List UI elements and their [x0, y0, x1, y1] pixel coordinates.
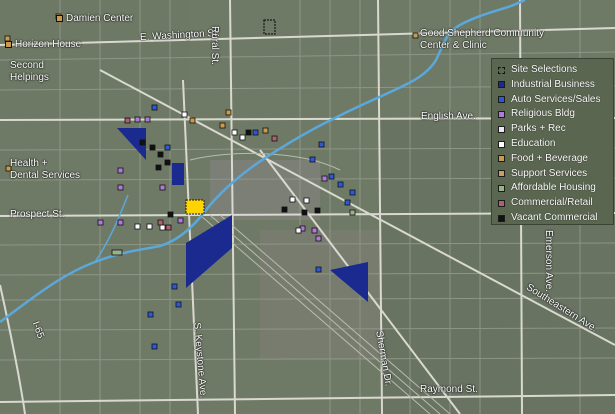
legend-swatch-icon	[498, 155, 505, 163]
legend-swatch-icon	[498, 214, 505, 222]
food-marker-icon	[56, 14, 63, 22]
legend-swatch-icon	[498, 125, 505, 133]
legend-swatch-icon	[498, 199, 505, 207]
site-selection-keystone	[185, 199, 205, 215]
legend-swatch-icon	[498, 81, 505, 89]
legend-label: Industrial Business	[511, 78, 595, 90]
legend-item: Food + Beverage	[498, 152, 588, 166]
place-good-shepherd-line-2: Center & Clinic	[420, 40, 487, 51]
health-dental-label-2: Dental Services	[10, 170, 81, 181]
place-health-dental-line-1: Health +	[10, 158, 48, 169]
legend-swatch-icon	[498, 184, 505, 192]
legend-label: Education	[511, 138, 556, 149]
legend-label: Food + Beverage	[511, 152, 588, 164]
street-label-emerson: Emerson Ave.	[543, 230, 554, 293]
place-good-shepherd-line-1: Good Shepherd Community	[420, 28, 544, 39]
legend-item: Education	[498, 137, 555, 151]
street-label-rural: Rural St.	[209, 26, 220, 65]
legend-swatch-icon	[498, 110, 505, 118]
legend-item: Site Selections	[498, 63, 577, 77]
legend-label: Religious Bldg	[511, 108, 575, 120]
legend-label: Site Selections	[511, 64, 578, 75]
legend-item: Support Services	[498, 167, 587, 181]
legend-label: Support Services	[511, 167, 588, 179]
legend-item: Vacant Commercial	[498, 211, 598, 225]
legend-item: Parks + Rec	[498, 122, 566, 136]
place-damien-center: Damien Center	[56, 13, 133, 24]
legend-item: Religious Bldg	[498, 107, 575, 121]
legend-label: Commercial/Retail	[511, 197, 593, 209]
map: Damien Center Horizon House Second Helpi…	[0, 0, 615, 414]
place-second-helpings-line-1: Second	[10, 60, 44, 71]
street-label-english: English Ave.	[421, 111, 476, 122]
legend-label: Affordable Housing	[511, 182, 596, 194]
place-health-dental-line-2: Dental Services	[10, 170, 80, 181]
horizon-house-label: Horizon House	[15, 39, 82, 50]
legend-swatch-icon	[498, 96, 505, 104]
legend-item: Commercial/Retail	[498, 196, 593, 210]
food-marker-icon	[5, 40, 12, 48]
map-legend: Site Selections Industrial Business Auto S…	[491, 58, 614, 225]
legend-swatch-icon	[498, 140, 505, 148]
street-label-prospect: Prospect St.	[10, 209, 65, 220]
legend-item: Industrial Business	[498, 78, 595, 92]
legend-label: Parks + Rec	[511, 123, 566, 135]
good-shepherd-label-2: Center & Clinic	[420, 40, 487, 51]
legend-swatch-icon	[498, 170, 505, 178]
health-dental-label-1: Health +	[10, 158, 48, 169]
street-label-raymond: Raymond St.	[420, 384, 478, 395]
legend-label: Auto Services/Sales	[511, 93, 601, 105]
place-horizon-house: Horizon House	[5, 39, 81, 50]
good-shepherd-label-1: Good Shepherd Community	[420, 28, 544, 39]
legend-label: Vacant Commercial	[511, 212, 598, 223]
second-helpings-label-2: Helpings	[10, 72, 49, 83]
legend-item: Auto Services/Sales	[498, 93, 601, 107]
second-helpings-label-1: Second	[10, 60, 44, 71]
legend-swatch-icon	[498, 66, 505, 74]
legend-item: Affordable Housing	[498, 181, 596, 195]
place-second-helpings-line-2: Helpings	[10, 72, 49, 83]
damien-center-label: Damien Center	[66, 13, 134, 24]
